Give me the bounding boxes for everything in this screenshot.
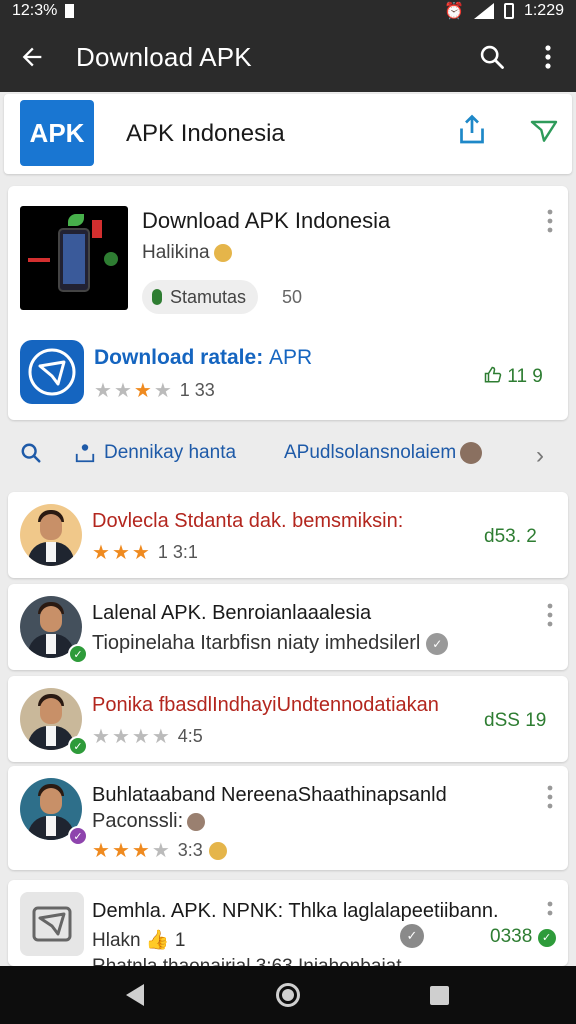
featured-app-card[interactable]: Download APK Indonesia Halikina Stamutas…: [8, 186, 568, 420]
rating-stars: ★ ★ ★ ★ 1 33: [94, 380, 215, 402]
filter-chip-apk-label: APudlsolansnolaiem: [284, 442, 457, 463]
download-count: 11 9: [484, 366, 543, 388]
app-developer-text: Halikina: [142, 242, 210, 263]
status-bar: 12:3% ⏰ 1:229: [0, 0, 576, 22]
more-vert-icon[interactable]: [544, 208, 556, 234]
rating-value: 1 3:1: [157, 542, 198, 562]
download-title: Download ratale: APR: [94, 346, 312, 370]
verified-badge-icon: ✓: [68, 826, 88, 846]
status-chip[interactable]: Stamutas: [142, 280, 259, 314]
more-vert-icon[interactable]: [544, 602, 556, 628]
verified-check-icon: ✓: [537, 929, 556, 947]
download-count-value: 11 9: [507, 366, 543, 387]
arrow-back-icon: [22, 47, 42, 67]
emoji-icon: [213, 243, 232, 262]
download-icon: [75, 444, 95, 463]
filter-chip-download-label: Dennikay hanta: [104, 442, 237, 463]
rating-value: 3:3: [177, 840, 203, 860]
list-item-title-text: Dovlecla Stdanta dak. bemsmiksin:: [92, 510, 404, 532]
filter-chip-download[interactable]: Dennikay hanta: [74, 442, 236, 464]
list-item-subtitle-text: Paconssli:: [92, 810, 184, 832]
emoji-icon: [187, 812, 206, 831]
download-app-icon: [20, 340, 84, 404]
status-chip-label: Stamutas: [170, 286, 247, 307]
apk-logo-icon: [32, 906, 72, 942]
rating-stars: ★ ★ ★ 1 3:1: [92, 542, 198, 564]
app-bar: Download APK: [0, 22, 576, 92]
check-icon: ✓: [400, 924, 424, 948]
apk-file-icon: [20, 892, 84, 956]
more-vert-icon[interactable]: [544, 784, 556, 810]
app-developer: Halikina: [142, 242, 232, 264]
status-count: 50: [282, 287, 303, 307]
system-nav-bar: [0, 966, 576, 1024]
list-item-subtitle-num: 1: [174, 930, 186, 951]
verified-icon: ✓: [426, 632, 449, 655]
nav-home-icon[interactable]: [276, 983, 300, 1007]
header-card: APK APK Indonesia: [4, 94, 572, 174]
list-item-title: Demhla. APK. NPNK: Thlka laglalapeetiiba…: [92, 900, 499, 922]
filter-chip-apk[interactable]: APudlsolansnolaiem: [284, 442, 483, 464]
list-item-title: Dovlecla Stdanta dak. bemsmiksin:: [92, 510, 403, 533]
status-time-right: 1:229: [523, 2, 564, 19]
signal-icon: [473, 3, 494, 19]
apk-logo: APK: [20, 100, 94, 166]
more-vert-icon: [545, 45, 551, 69]
list-item-count: dSS 19: [484, 710, 547, 731]
nav-back-icon[interactable]: [126, 984, 144, 1006]
rating-stars: ★ ★ ★ ★ 4:5: [92, 726, 203, 748]
list-item-subtitle-text: Tiopinelaha Itarbfisn niaty imhedsilerl: [92, 632, 421, 654]
battery-icon: [503, 3, 514, 19]
list-item[interactable]: ✓ Ponika fbasdlIndhayiUndtennodatiakan ★…: [8, 676, 568, 762]
status-time-left: 12:3%: [12, 2, 58, 19]
rating-stars: ★ ★ ★ ★ 3:3: [92, 838, 227, 863]
verified-badge-icon: ✓: [68, 644, 88, 664]
list-item-subtitle: Tiopinelaha Itarbfisn niaty imhedsilerl ✓: [92, 632, 449, 655]
search-button[interactable]: [464, 22, 520, 92]
list-item-title: Ponika fbasdlIndhayiUndtennodatiakan: [92, 694, 439, 717]
verified-badge-icon: ✓: [68, 736, 88, 756]
search-icon: [480, 45, 504, 69]
list-item-count-value: 0338: [490, 926, 533, 947]
list-item-title: Buhlataaband NereenaShaathinapsanld: [92, 784, 447, 806]
page-title: Download APK: [76, 41, 252, 72]
emoji-icon: [208, 841, 227, 860]
filter-chip-row: Dennikay hanta APudlsolansnolaiem ›: [0, 432, 576, 476]
app-title: Download APK Indonesia: [142, 208, 391, 233]
search-icon[interactable]: [20, 442, 42, 464]
more-vert-icon[interactable]: [544, 900, 556, 926]
send-icon[interactable]: [528, 114, 560, 146]
list-item-subtitle: Hlakn 👍 1: [92, 928, 185, 952]
list-item-subtitle-text: Hlakn: [92, 930, 141, 951]
thumb-up-icon: [484, 366, 502, 383]
avatar: [20, 504, 82, 566]
rating-value: 4:5: [177, 726, 203, 746]
download-title-text: Download ratale:: [94, 346, 264, 369]
list-item-subtitle: Paconssli:: [92, 810, 206, 833]
header-title: APK Indonesia: [126, 120, 285, 147]
rating-value: 1 33: [179, 380, 215, 400]
list-item-count: 0338 ✓: [490, 926, 556, 948]
thumb-emoji-icon: 👍: [145, 930, 170, 951]
download-title-suffix: APR: [269, 346, 313, 369]
list-item-description: Rhatnla thaonairial 3:63 Iniahonbaiat: [92, 956, 402, 966]
chevron-right-icon[interactable]: ›: [536, 442, 544, 470]
list-item[interactable]: Dovlecla Stdanta dak. bemsmiksin: ★ ★ ★ 1 …: [8, 492, 568, 578]
list-item-title: Lalenal APK. Benroianlaaalesia: [92, 602, 372, 624]
share-icon[interactable]: [454, 112, 490, 148]
avatar: [460, 442, 483, 464]
list-item[interactable]: Demhla. APK. NPNK: Thlka laglalapeetiiba…: [8, 880, 568, 966]
back-button[interactable]: [0, 22, 64, 92]
overflow-menu-button[interactable]: [520, 22, 576, 92]
leaf-icon: [152, 289, 162, 305]
list-item-title-text: Ponika fbasdlIndhayiUndtennodatiakan: [92, 694, 439, 716]
list-item[interactable]: ✓ Lalenal APK. Benroianlaaalesia Tiopine…: [8, 584, 568, 670]
list-item-count: d53. 2: [484, 526, 537, 547]
shield-logo-icon: [28, 348, 76, 396]
list-item[interactable]: ✓ Buhlataaband NereenaShaathinapsanld Pa…: [8, 766, 568, 870]
nav-recents-icon[interactable]: [430, 986, 449, 1005]
alarm-icon: ⏰: [444, 3, 464, 20]
app-thumbnail: [20, 206, 128, 310]
sim-card-icon: [65, 4, 75, 18]
